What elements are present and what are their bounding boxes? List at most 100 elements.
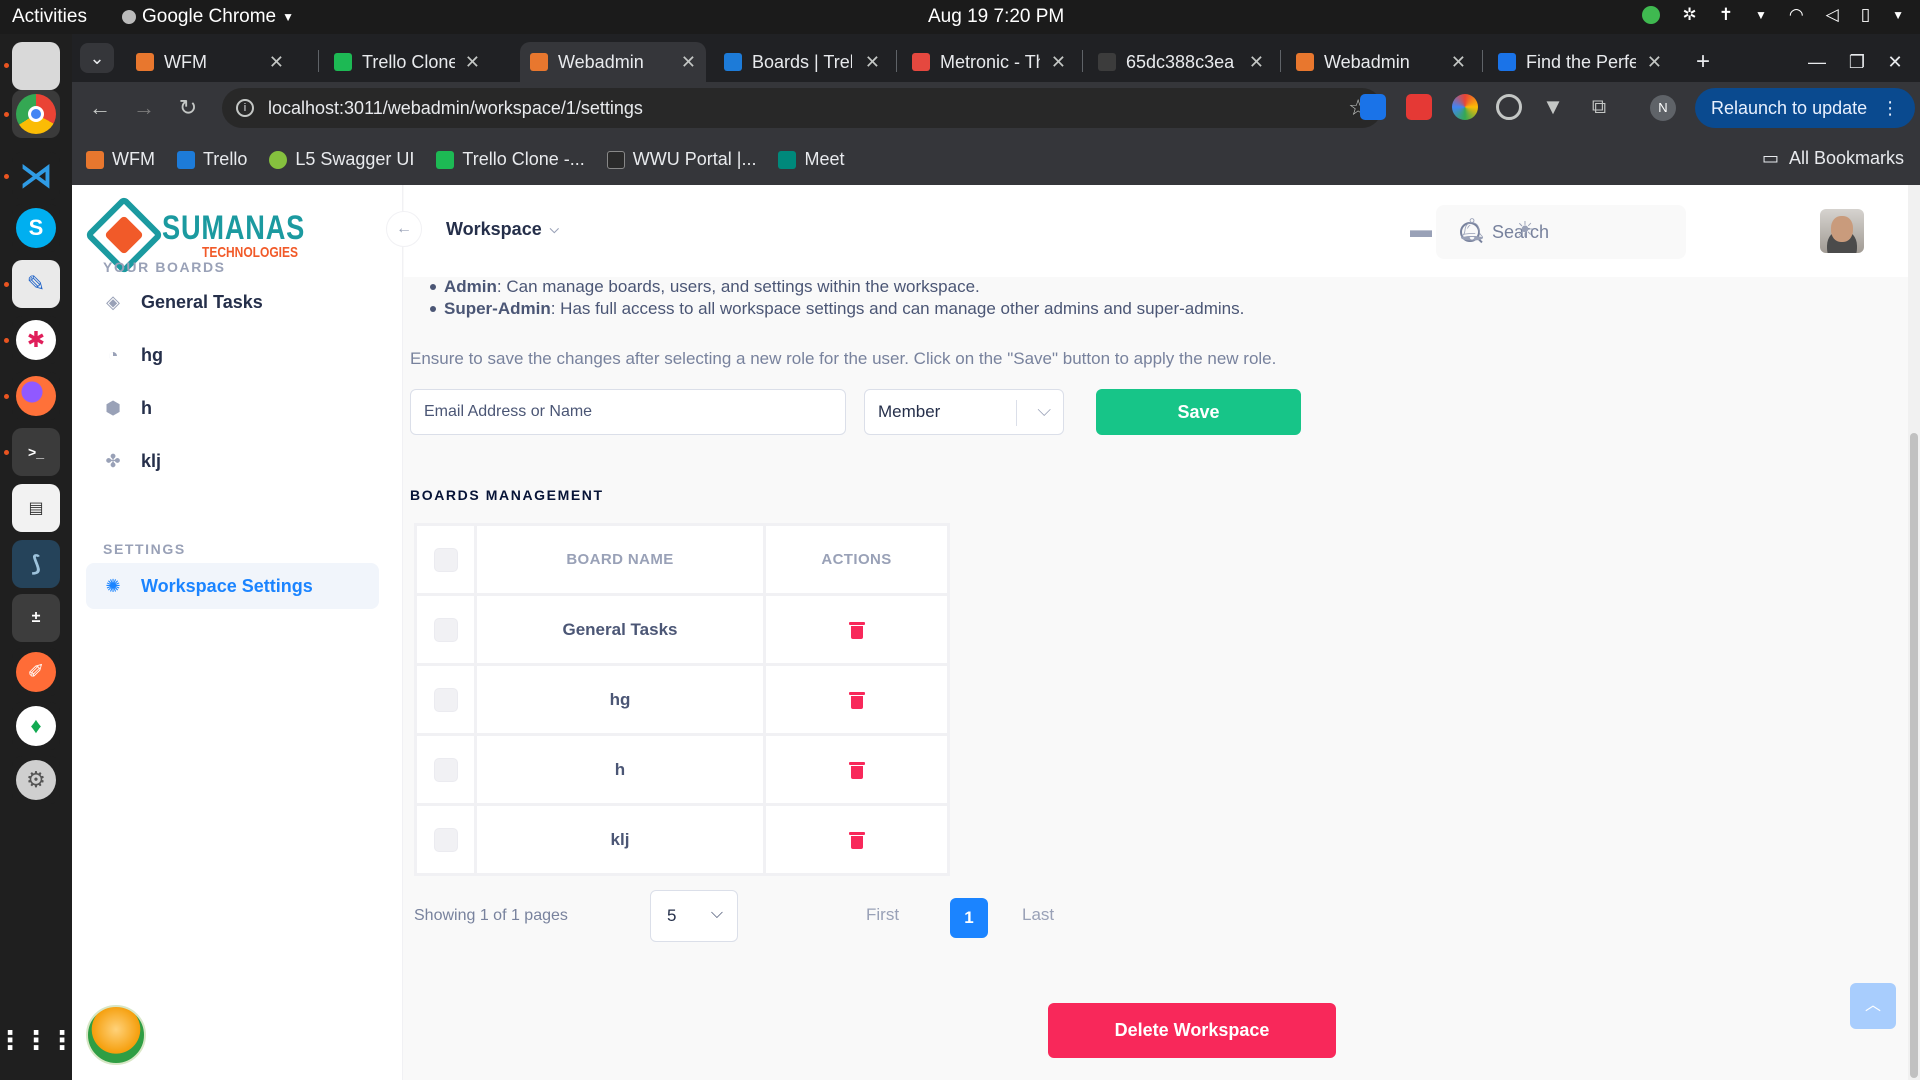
document-viewer-icon[interactable]: ▤ xyxy=(12,484,60,532)
row-checkbox[interactable] xyxy=(433,757,458,782)
extension-icon[interactable] xyxy=(1406,94,1432,120)
browser-tab[interactable]: Metronic - The ✕ xyxy=(902,42,1076,82)
activities-button[interactable]: Activities xyxy=(12,6,87,28)
caret-down-icon[interactable]: ▼ xyxy=(1755,8,1767,22)
page-scrollbar[interactable] xyxy=(1908,185,1920,1080)
relaunch-button[interactable]: Relaunch to update ⋮ xyxy=(1695,88,1916,128)
close-icon[interactable]: ✕ xyxy=(681,52,696,73)
extension-icon[interactable] xyxy=(1360,94,1386,120)
reload-icon[interactable]: ↻ xyxy=(172,92,204,124)
page-size-select[interactable]: 5 ⌵ xyxy=(650,890,738,942)
close-icon[interactable]: ✕ xyxy=(1451,52,1466,73)
sidebar-board-general-tasks[interactable]: ◈ General Tasks xyxy=(86,279,379,325)
pagination-last[interactable]: Last xyxy=(1022,905,1054,925)
browser-tab[interactable]: WFM ✕ xyxy=(126,42,294,82)
forward-icon[interactable]: → xyxy=(128,92,160,124)
volume-icon[interactable]: ◁ xyxy=(1826,5,1839,25)
sidebar-collapse-button[interactable]: ← xyxy=(386,211,422,247)
close-icon[interactable]: ✕ xyxy=(1051,52,1066,73)
pagination-page-current[interactable]: 1 xyxy=(950,898,988,938)
app-menu[interactable]: Google Chrome ▼ xyxy=(122,6,294,28)
scrollbar-thumb[interactable] xyxy=(1910,433,1918,1078)
sidebar-board-klj[interactable]: ✤ klj xyxy=(86,438,379,484)
back-icon[interactable]: ← xyxy=(84,92,116,124)
sidebar-item-workspace-settings[interactable]: ✺ Workspace Settings xyxy=(86,563,379,609)
clock[interactable]: Aug 19 7:20 PM xyxy=(928,6,1064,28)
minimize-icon[interactable]: — xyxy=(1802,42,1832,82)
postman-icon[interactable]: ✐ xyxy=(12,648,60,696)
email-or-name-input[interactable] xyxy=(410,389,846,435)
row-checkbox[interactable] xyxy=(433,827,458,852)
workspace-avatar[interactable] xyxy=(86,1005,146,1065)
calculator-icon[interactable]: ± xyxy=(12,594,60,642)
trash-icon[interactable] xyxy=(848,762,865,780)
scroll-to-top-button[interactable]: ︿ xyxy=(1850,983,1896,1029)
browser-tab[interactable]: Trello Clone ✕ xyxy=(324,42,490,82)
close-icon[interactable]: ✕ xyxy=(269,52,284,73)
bookmark-item[interactable]: WWU Portal |... xyxy=(606,149,756,170)
pagination-first[interactable]: First xyxy=(866,905,899,925)
url-text[interactable]: localhost:3011/webadmin/workspace/1/sett… xyxy=(268,98,643,119)
workspace-menu[interactable]: Workspace ⌵ xyxy=(446,219,559,240)
tab-search-button[interactable]: ⌄ xyxy=(80,43,114,73)
browser-tab[interactable]: Webadmin ✕ xyxy=(1286,42,1476,82)
archive-icon[interactable]: ▬ xyxy=(1408,217,1434,243)
puzzle-icon[interactable]: ⧉ xyxy=(1586,94,1612,120)
close-icon[interactable]: ✕ xyxy=(1249,52,1264,73)
files-icon[interactable] xyxy=(12,42,60,90)
close-icon[interactable]: ✕ xyxy=(865,52,880,73)
wifi-icon[interactable]: ◠ xyxy=(1789,5,1804,25)
browser-tab-active[interactable]: Webadmin ✕ xyxy=(520,42,706,82)
text-editor-icon[interactable]: ✎ xyxy=(12,260,60,308)
software-updater-icon[interactable]: ⚙ xyxy=(12,756,60,804)
extension-icon[interactable] xyxy=(1496,94,1522,120)
extension-icon[interactable] xyxy=(1452,94,1478,120)
browser-tab[interactable]: Boards | Trello ✕ xyxy=(714,42,890,82)
bookmark-item[interactable]: Trello xyxy=(176,149,247,170)
kebab-menu-icon[interactable]: ⋮ xyxy=(1881,98,1899,119)
column-header-board-name[interactable]: BOARD NAME xyxy=(474,523,766,596)
close-icon[interactable]: ✕ xyxy=(1647,52,1662,73)
profile-avatar[interactable]: N xyxy=(1650,95,1676,121)
browser-tab[interactable]: Find the Perfect ✕ xyxy=(1488,42,1672,82)
bookmark-item[interactable]: L5 Swagger UI xyxy=(269,149,414,170)
vuejs-devtools-icon[interactable]: ▼ xyxy=(1540,94,1566,120)
row-checkbox[interactable] xyxy=(433,617,458,642)
all-bookmarks-button[interactable]: ▭ All Bookmarks xyxy=(1762,148,1904,169)
bell-icon[interactable]: 🔔︎ xyxy=(1458,217,1486,243)
bookmark-item[interactable]: Trello Clone -... xyxy=(436,149,585,170)
save-button[interactable]: Save xyxy=(1096,389,1301,435)
chrome-icon[interactable] xyxy=(12,90,60,138)
accessibility-icon[interactable]: ✝ xyxy=(1719,5,1733,25)
new-tab-button[interactable]: + xyxy=(1686,42,1720,82)
mongodb-icon[interactable]: ♦ xyxy=(12,702,60,750)
site-info-icon[interactable]: i xyxy=(236,99,254,117)
caret-down-icon[interactable]: ▼ xyxy=(1892,8,1904,22)
terminal-icon[interactable]: >_ xyxy=(12,428,60,476)
browser-tab[interactable]: 65dc388c3ea ✕ xyxy=(1088,42,1274,82)
bookmark-item[interactable]: WFM xyxy=(86,149,155,170)
system-tray[interactable]: ✲ ✝ ▼ ◠ ◁ ▯ ▼ xyxy=(1642,5,1904,25)
trash-icon[interactable] xyxy=(848,692,865,710)
slack-tray-icon[interactable]: ✲ xyxy=(1682,5,1696,25)
company-logo[interactable]: SUMANAS TECHNOLOGIES xyxy=(84,195,341,275)
trash-icon[interactable] xyxy=(848,622,865,640)
close-window-icon[interactable]: ✕ xyxy=(1880,42,1910,82)
trash-icon[interactable] xyxy=(848,832,865,850)
address-bar[interactable]: i localhost:3011/webadmin/workspace/1/se… xyxy=(222,88,1382,128)
theme-sun-icon[interactable]: ☀ xyxy=(1512,217,1538,243)
update-icon[interactable] xyxy=(1642,6,1661,24)
show-apps-icon[interactable]: ⋮⋮⋮ xyxy=(0,1016,75,1064)
row-checkbox[interactable] xyxy=(433,687,458,712)
sidebar-board-hg[interactable]: ◔ hg xyxy=(86,332,379,378)
bookmark-item[interactable]: Meet xyxy=(778,149,845,170)
skype-icon[interactable]: S xyxy=(12,204,60,252)
role-select[interactable]: Member ⌵ xyxy=(864,389,1064,435)
close-icon[interactable]: ✕ xyxy=(465,52,480,73)
select-all-checkbox[interactable] xyxy=(433,547,458,572)
user-avatar[interactable] xyxy=(1820,209,1864,253)
firefox-icon[interactable] xyxy=(12,372,60,420)
delete-workspace-button[interactable]: Delete Workspace xyxy=(1048,1003,1336,1058)
maximize-icon[interactable]: ❐ xyxy=(1842,42,1872,82)
slack-icon[interactable]: ✱ xyxy=(12,316,60,364)
